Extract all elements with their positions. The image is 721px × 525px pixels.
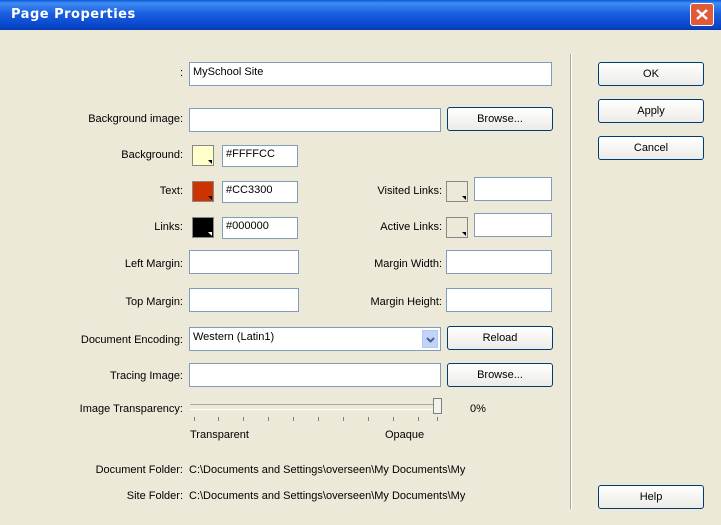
margin-height-label: Margin Height: [370,296,442,308]
active-links-input[interactable] [474,213,552,237]
margin-width-input[interactable] [446,250,552,274]
slider-tick [318,417,319,421]
chevron-down-icon [462,232,466,236]
transparent-label: Transparent [190,429,249,441]
cancel-button[interactable]: Cancel [598,136,704,160]
slider-tick [437,417,438,421]
window-title: Page Properties [11,7,136,22]
slider-tick [293,417,294,421]
chevron-down-icon [208,196,212,200]
page-properties-dialog: Page Properties : MySchool Site Backgrou… [0,0,721,525]
transparency-slider-thumb[interactable] [433,398,442,414]
site-folder-value: C:\Documents and Settings\overseen\My Do… [189,490,466,502]
visited-links-color-picker[interactable] [446,181,468,202]
slider-tick [194,417,195,421]
slider-tick [243,417,244,421]
margin-height-input[interactable] [446,288,552,312]
background-color-picker[interactable] [192,145,214,166]
top-margin-label: Top Margin: [125,296,183,308]
left-margin-input[interactable] [189,250,299,274]
top-margin-input[interactable] [189,288,299,312]
transparency-slider-track[interactable] [190,404,442,410]
slider-tick [393,417,394,421]
left-margin-label: Left Margin: [124,258,183,270]
transparency-value: 0% [470,403,486,415]
links-color-input[interactable]: #000000 [222,217,298,239]
doc-folder-label: Document Folder: [95,464,183,476]
links-color-picker[interactable] [192,217,214,238]
tracing-image-input[interactable] [189,363,441,387]
title-bar[interactable]: Page Properties [0,0,721,30]
ok-button[interactable]: OK [598,62,704,86]
opaque-label: Opaque [385,429,425,441]
site-folder-label: Site Folder: [126,490,183,502]
chevron-down-icon [462,196,466,200]
browse-tracing-button[interactable]: Browse... [447,363,553,387]
help-button[interactable]: Help [598,485,704,509]
margin-width-label: Margin Width: [374,258,442,270]
tracing-image-label: Tracing Image: [110,370,183,382]
browse-bg-button[interactable]: Browse... [447,107,553,131]
slider-tick [218,417,219,421]
text-color-picker[interactable] [192,181,214,202]
active-links-label: Active Links: [380,221,442,233]
title-label: : [179,67,183,79]
slider-tick [368,417,369,421]
text-color-input[interactable]: #CC3300 [222,181,298,203]
slider-tick [268,417,269,421]
slider-tick [343,417,344,421]
links-label: Links: [154,221,183,233]
visited-links-label: Visited Links: [377,185,442,197]
encoding-value: Western (Latin1) [193,331,275,343]
chevron-down-icon [426,337,435,343]
active-links-color-picker[interactable] [446,217,468,238]
doc-folder-value: C:\Documents and Settings\overseen\My Do… [189,464,466,476]
bg-image-label: Background image: [88,113,183,125]
text-label: Text: [159,185,183,197]
dropdown-button[interactable] [422,330,438,348]
bg-image-input[interactable] [189,108,441,132]
visited-links-input[interactable] [474,177,552,201]
encoding-select[interactable]: Western (Latin1) [189,327,441,351]
close-button[interactable] [690,3,714,26]
background-label: Background: [121,149,183,161]
title-input[interactable]: MySchool Site [189,62,552,86]
slider-tick [418,417,419,421]
chevron-down-icon [208,232,212,236]
transparency-label: Image Transparency: [79,403,183,415]
reload-button[interactable]: Reload [447,326,553,350]
chevron-down-icon [208,160,212,164]
divider [570,54,572,509]
apply-button[interactable]: Apply [598,99,704,123]
background-color-input[interactable]: #FFFFCC [222,145,298,167]
close-icon [696,9,708,20]
encoding-label: Document Encoding: [80,334,183,346]
